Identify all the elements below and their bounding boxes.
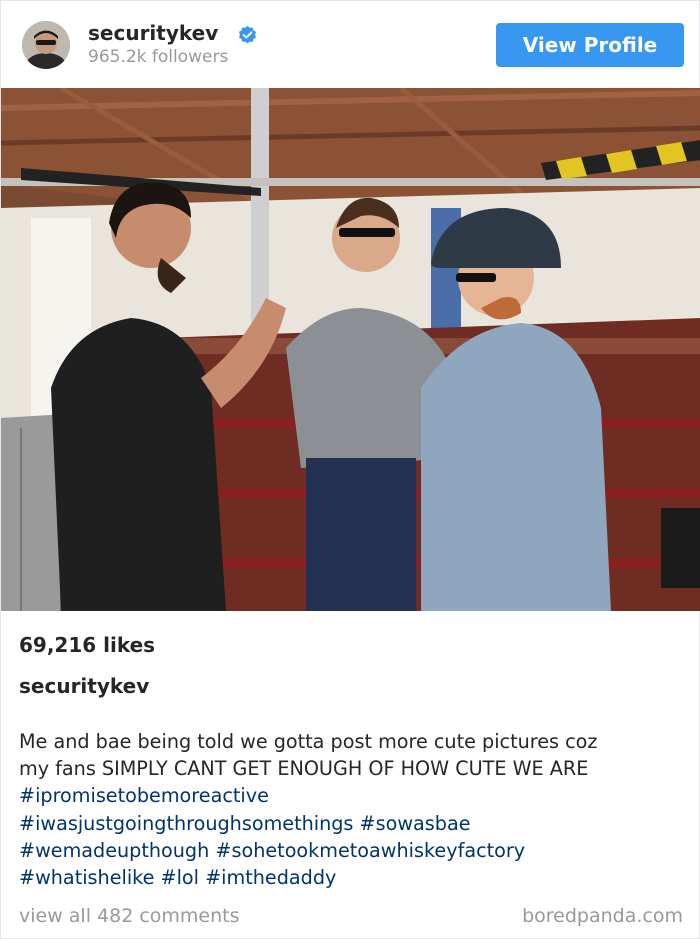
hashtag-link[interactable]: #sohetookmetoawhiskeyfactory [215, 839, 525, 862]
verified-badge-icon [238, 25, 257, 44]
caption-line: my fans SIMPLY CANT GET ENOUGH OF HOW CU… [19, 757, 589, 781]
post-photo[interactable] [1, 88, 700, 611]
post-caption: Me and bae being told we gotta post more… [19, 728, 689, 891]
hashtag-link[interactable]: #iwasjustgoingthroughsomethings [19, 812, 353, 835]
caption-username[interactable]: securitykev [19, 674, 149, 698]
like-count[interactable]: 69,216 likes [19, 633, 155, 657]
hashtag-link[interactable]: #wemadeupthough [19, 839, 209, 862]
instagram-post-card: securitykev 965.2k followers View Profil… [0, 0, 700, 939]
hashtag-link[interactable]: #ipromisetobemoreactive [19, 784, 269, 807]
caption-line: Me and bae being told we gotta post more… [19, 730, 598, 753]
hashtag-link[interactable]: #sowasbae [360, 812, 471, 835]
source-watermark: boredpanda.com [522, 905, 683, 927]
hashtag-link[interactable]: #imthedaddy [205, 866, 336, 889]
avatar[interactable] [22, 21, 70, 69]
view-comments-link[interactable]: view all 482 comments [19, 905, 240, 927]
view-profile-button[interactable]: View Profile [496, 23, 684, 67]
hashtag-link[interactable]: #lol [161, 866, 199, 889]
follower-count: 965.2k followers [88, 47, 229, 67]
post-header: securitykev 965.2k followers View Profil… [1, 1, 700, 88]
username[interactable]: securitykev [88, 21, 218, 45]
hashtag-link[interactable]: #whatishelike [19, 866, 154, 889]
